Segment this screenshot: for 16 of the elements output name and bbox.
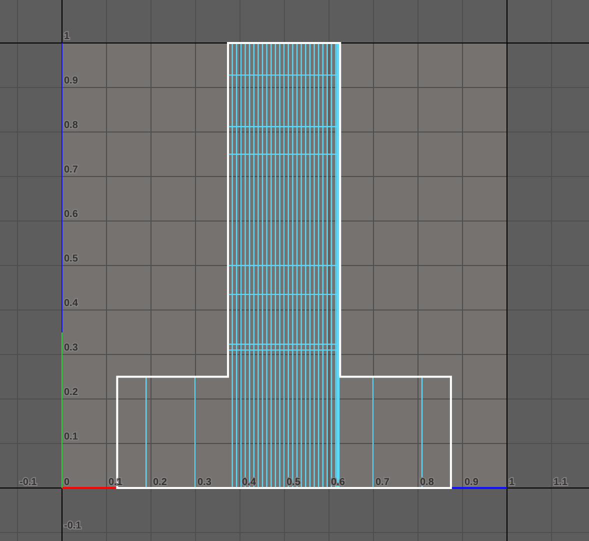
u-axis-label: 0.3	[198, 477, 212, 488]
v-axis-label: 0.9	[64, 76, 78, 86]
u-axis-label: 0.9	[464, 477, 478, 488]
v-axis-label: 0.1	[64, 432, 78, 442]
v-axis-label: 0.4	[64, 298, 78, 309]
v-axis-label: 0.2	[64, 387, 78, 398]
v-axis-label: 0.7	[64, 164, 78, 176]
u-axis-line	[62, 487, 118, 489]
v-axis-label: 0.5	[64, 254, 78, 264]
u-axis-label: 0.2	[153, 477, 167, 488]
v-axis-label: 0.8	[64, 120, 78, 131]
u-axis-label: 0	[64, 477, 70, 488]
v-axis-label: 0.6	[64, 209, 78, 220]
u-axis-line	[450, 487, 507, 489]
u-axis-label: 0.7	[376, 477, 390, 488]
v-axis-label: 0.3	[64, 342, 78, 354]
